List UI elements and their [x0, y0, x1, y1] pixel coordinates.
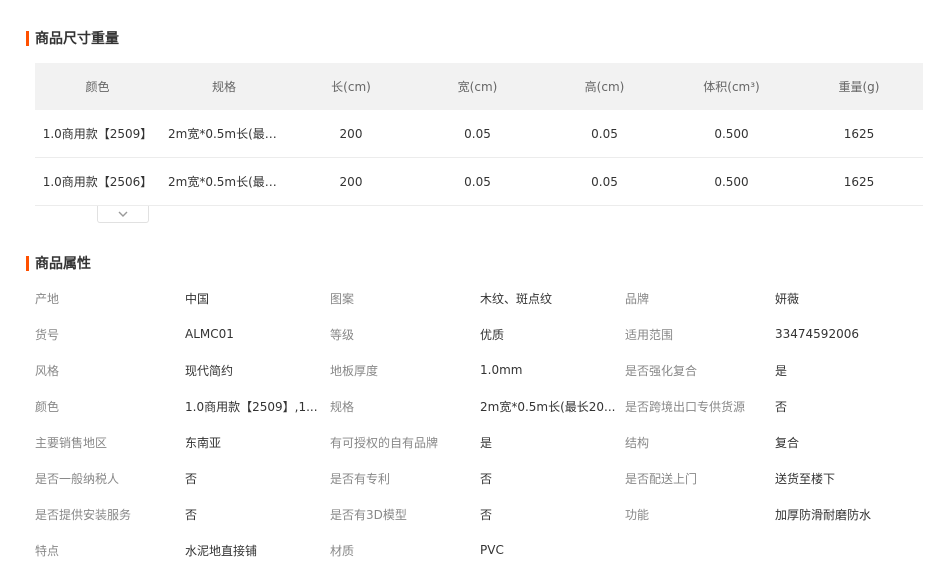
cell-length: 200 [339, 126, 363, 141]
attribute-row: 产地 中国 图案 木纹、斑点纹 品牌 妍薇 [35, 280, 915, 316]
attr-key: 特点 [35, 543, 60, 558]
attribute-row: 是否提供安装服务 否 是否有3D模型 否 功能 加厚防滑耐磨防水 [35, 496, 915, 532]
attr-value: 1.0mm [480, 363, 523, 377]
attr-value: 否 [185, 507, 198, 522]
header-color: 颜色 [85, 80, 110, 94]
cell-width: 0.05 [464, 126, 491, 141]
attr-key: 图案 [330, 291, 355, 306]
attr-value: 否 [480, 507, 493, 522]
header-height: 高(cm) [584, 80, 625, 94]
cell-spec: 2m宽*0.5m长(最… [168, 175, 277, 189]
attr-key: 等级 [330, 327, 355, 342]
attribute-row: 颜色 1.0商用款【2509】,1... 规格 2m宽*0.5m长(最长20..… [35, 388, 915, 424]
attr-value: 中国 [185, 291, 210, 306]
attributes-section-title: 商品属性 [26, 255, 91, 272]
attr-value: 东南亚 [185, 435, 222, 450]
expand-table-button[interactable] [97, 206, 149, 223]
cell-spec: 2m宽*0.5m长(最… [168, 127, 277, 141]
section-accent-bar [26, 30, 29, 46]
attr-value: 优质 [480, 327, 505, 342]
attr-key: 风格 [35, 363, 60, 378]
cell-length: 200 [339, 174, 363, 189]
attr-key: 产地 [35, 291, 60, 306]
attr-value: 现代简约 [185, 363, 234, 378]
attr-key: 地板厚度 [330, 363, 379, 378]
attr-value: 水泥地直接铺 [185, 543, 258, 558]
attr-value: 木纹、斑点纹 [480, 291, 553, 306]
cell-color: 1.0商用款【2509】 [42, 127, 153, 141]
attr-key: 有可授权的自有品牌 [330, 435, 439, 450]
cell-width: 0.05 [464, 174, 491, 189]
attr-value: 是 [480, 435, 493, 450]
attr-value: 1.0商用款【2509】,1... [185, 399, 318, 414]
attr-key: 适用范围 [625, 327, 674, 342]
attr-key: 是否有3D模型 [330, 507, 407, 522]
attr-value: 否 [185, 471, 198, 486]
attr-value: 否 [480, 471, 493, 486]
attr-value: ALMC01 [185, 327, 234, 341]
size-table-header: 颜色 规格 长(cm) 宽(cm) 高(cm) 体积(cm³) 重量(g) [35, 63, 923, 110]
attr-key: 是否强化复合 [625, 363, 698, 378]
attr-key: 是否提供安装服务 [35, 507, 132, 522]
cell-volume: 0.500 [714, 126, 749, 141]
size-weight-section-title: 商品尺寸重量 [26, 30, 119, 47]
attr-value: 复合 [775, 435, 800, 450]
attr-key: 材质 [330, 543, 355, 558]
header-volume: 体积(cm³) [703, 80, 760, 94]
attr-value: 否 [775, 399, 788, 414]
cell-color: 1.0商用款【2506】 [42, 175, 153, 189]
attr-value: 2m宽*0.5m长(最长20... [480, 399, 616, 414]
attr-key: 规格 [330, 399, 355, 414]
header-spec: 规格 [211, 80, 236, 94]
cell-volume: 0.500 [714, 174, 749, 189]
attribute-row: 主要销售地区 东南亚 有可授权的自有品牌 是 结构 复合 [35, 424, 915, 460]
attr-key: 功能 [625, 507, 650, 522]
attr-key: 是否一般纳税人 [35, 471, 120, 486]
table-row: 1.0商用款【2506】 2m宽*0.5m长(最… 200 0.05 0.05 … [35, 158, 923, 206]
attributes-grid: 产地 中国 图案 木纹、斑点纹 品牌 妍薇 货号 ALMC01 等级 优质 适用… [35, 280, 915, 568]
attribute-row: 货号 ALMC01 等级 优质 适用范围 33474592006 [35, 316, 915, 352]
attr-value: 妍薇 [775, 291, 800, 306]
cell-weight: 1625 [843, 126, 875, 141]
cell-weight: 1625 [843, 174, 875, 189]
chevron-down-icon [118, 211, 128, 217]
attr-key: 品牌 [625, 291, 650, 306]
attr-key: 主要销售地区 [35, 435, 108, 450]
attr-value: 送货至楼下 [775, 471, 836, 486]
attribute-row: 是否一般纳税人 否 是否有专利 否 是否配送上门 送货至楼下 [35, 460, 915, 496]
attr-value: 加厚防滑耐磨防水 [775, 507, 872, 522]
cell-height: 0.05 [591, 174, 618, 189]
size-weight-table: 颜色 规格 长(cm) 宽(cm) 高(cm) 体积(cm³) 重量(g) 1.… [35, 63, 923, 206]
attr-value: 33474592006 [775, 327, 859, 341]
attributes-title-text: 商品属性 [35, 256, 91, 272]
attr-key: 是否配送上门 [625, 471, 698, 486]
header-weight: 重量(g) [838, 80, 880, 94]
section-accent-bar [26, 255, 29, 271]
attr-key: 颜色 [35, 399, 60, 414]
attribute-row: 风格 现代简约 地板厚度 1.0mm 是否强化复合 是 [35, 352, 915, 388]
size-weight-title-text: 商品尺寸重量 [35, 31, 119, 47]
header-length: 长(cm) [331, 80, 371, 94]
attr-key: 货号 [35, 327, 60, 342]
attr-key: 是否跨境出口专供货源 [625, 399, 746, 414]
attribute-row: 特点 水泥地直接铺 材质 PVC [35, 532, 915, 568]
header-width: 宽(cm) [457, 80, 498, 94]
cell-height: 0.05 [591, 126, 618, 141]
attr-value: PVC [480, 543, 504, 557]
attr-value: 是 [775, 363, 788, 378]
product-detail-page: 商品尺寸重量 颜色 规格 长(cm) 宽(cm) 高(cm) 体积(cm³) 重… [0, 0, 931, 569]
table-row: 1.0商用款【2509】 2m宽*0.5m长(最… 200 0.05 0.05 … [35, 110, 923, 158]
attr-key: 是否有专利 [330, 471, 391, 486]
attr-key: 结构 [625, 435, 650, 450]
